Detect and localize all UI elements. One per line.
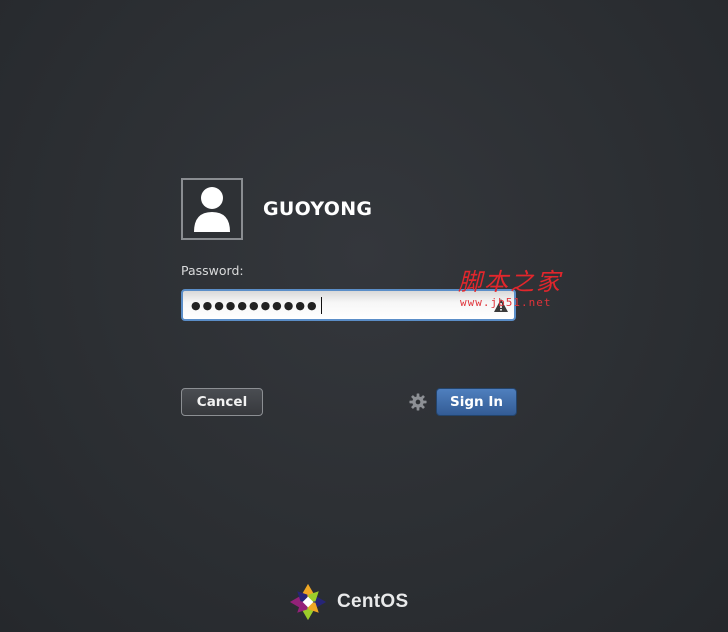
brand-name: CentOS xyxy=(337,591,409,612)
watermark-url: www.jb51.net xyxy=(460,296,552,309)
gear-icon[interactable] xyxy=(409,393,427,411)
password-masked-value: ●●●●●●●●●●● xyxy=(191,298,319,312)
centos-brand: CentOS xyxy=(287,582,408,622)
user-avatar xyxy=(181,178,243,240)
watermark: 脚本之家 www.jb51.net xyxy=(456,268,578,312)
text-caret xyxy=(320,296,322,314)
password-label: Password: xyxy=(181,263,244,278)
watermark-title: 脚本之家 xyxy=(458,268,562,296)
username-label: GUOYONG xyxy=(263,198,373,220)
sign-in-button[interactable]: Sign In xyxy=(436,388,517,416)
centos-logo-icon xyxy=(289,583,327,621)
cancel-button[interactable]: Cancel xyxy=(181,388,263,416)
user-silhouette-icon xyxy=(194,187,230,232)
